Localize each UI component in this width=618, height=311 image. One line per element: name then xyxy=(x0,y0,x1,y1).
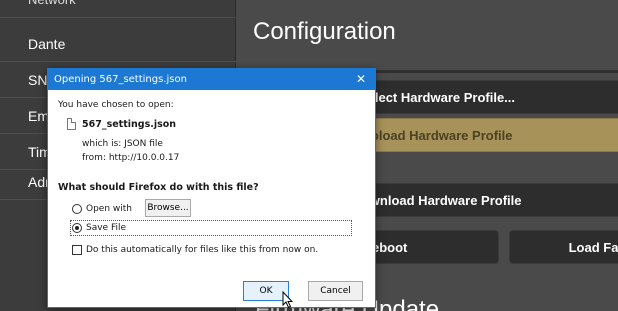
save-file-label[interactable]: Save File xyxy=(86,223,126,233)
auto-action-label[interactable]: Do this automatically for files like thi… xyxy=(86,245,318,255)
file-type-text: which is: JSON file xyxy=(82,139,163,149)
dialog-titlebar[interactable]: Opening 567_settings.json ✕ xyxy=(48,69,375,90)
open-with-label[interactable]: Open with xyxy=(86,204,132,214)
dialog-title: Opening 567_settings.json xyxy=(54,74,187,85)
close-icon[interactable]: ✕ xyxy=(347,69,375,90)
sidebar-item-dante[interactable]: Dante xyxy=(0,26,236,62)
load-factory-button[interactable]: Load Fact xyxy=(509,230,618,264)
sidebar-item-network[interactable]: Network xyxy=(0,0,236,18)
file-icon xyxy=(67,118,76,130)
open-file-dialog: Opening 567_settings.json ✕ You have cho… xyxy=(47,68,376,309)
browse-button[interactable]: Browse... xyxy=(145,199,191,217)
mouse-cursor-icon xyxy=(282,291,294,309)
dialog-question: What should Firefox do with this file? xyxy=(58,182,259,193)
cancel-button[interactable]: Cancel xyxy=(308,281,363,301)
page-title: Configuration xyxy=(253,18,396,45)
open-with-radio[interactable] xyxy=(72,204,82,214)
dialog-filename: 567_settings.json xyxy=(82,119,177,130)
dialog-intro-text: You have chosen to open: xyxy=(58,100,174,110)
file-source-text: from: http://10.0.0.17 xyxy=(82,153,180,163)
auto-action-checkbox[interactable] xyxy=(72,245,82,255)
save-file-radio[interactable] xyxy=(72,223,82,233)
